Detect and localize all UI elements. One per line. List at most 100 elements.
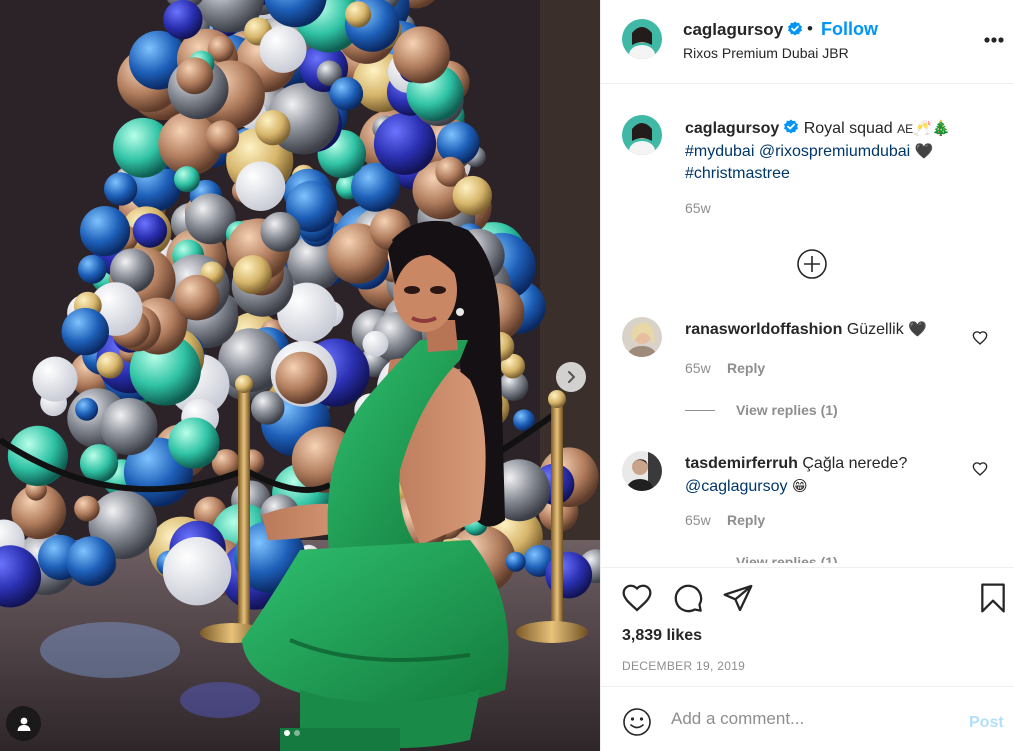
location-link[interactable]: Rixos Premium Dubai JBR	[683, 45, 849, 61]
caption-flag: AE	[897, 122, 914, 136]
carousel-indicator	[284, 730, 300, 736]
header-username[interactable]: caglagursoy	[683, 20, 803, 40]
ornament-ball	[66, 536, 116, 586]
ornament-ball	[174, 274, 220, 321]
ornament-ball	[79, 444, 119, 483]
ornament-ball	[392, 26, 450, 84]
caption-text: Royal squad	[803, 120, 893, 137]
reply-button[interactable]: Reply	[727, 360, 765, 376]
load-more-comments-icon[interactable]	[796, 248, 828, 280]
mention-link[interactable]: @rixospremiumdubai	[759, 143, 910, 160]
ornament-ball	[275, 351, 328, 404]
avatar-image	[622, 317, 662, 357]
ornament-ball	[74, 495, 100, 522]
comment-username[interactable]: ranasworldoffashion	[685, 321, 842, 338]
avatar[interactable]	[622, 19, 662, 59]
ornament-ball	[163, 0, 203, 40]
comment-like-heart-icon[interactable]	[972, 461, 988, 477]
comment-icon[interactable]	[672, 582, 704, 614]
caption-emojis: 🥂🎄	[913, 119, 951, 137]
ornament-ball	[80, 206, 131, 257]
avatar-image	[622, 451, 662, 491]
reply-button[interactable]: Reply	[727, 512, 765, 528]
comment-body: ranasworldoffashion Güzellik 🖤	[685, 320, 927, 339]
post-actions: 3,839 likes DECEMBER 19, 2019	[601, 567, 1014, 685]
comment-timestamp[interactable]: 65w	[685, 360, 711, 376]
user-tag-icon	[17, 717, 30, 731]
avatar-image	[622, 115, 662, 155]
comment-username[interactable]: tasdemirferruh	[685, 455, 798, 472]
post-photo[interactable]	[0, 0, 600, 751]
add-comment-bar: Post	[601, 686, 1014, 751]
comment-body: tasdemirferruh Çağla nerede? @caglagurso…	[685, 452, 955, 498]
post-comment-button[interactable]: Post	[969, 714, 1004, 732]
hashtag-link[interactable]: #christmastree	[685, 165, 790, 182]
comment-emoji: 🖤	[908, 320, 927, 338]
post-date[interactable]: DECEMBER 19, 2019	[622, 659, 745, 673]
ornament-ball	[174, 166, 200, 193]
header-username-text[interactable]: caglagursoy	[683, 20, 783, 39]
ornament-ball	[77, 254, 107, 284]
caption-timestamp[interactable]: 65w	[685, 200, 711, 216]
follow-button[interactable]: Follow	[821, 19, 878, 40]
comment-like-heart-icon[interactable]	[972, 330, 988, 346]
comment-emoji: 😁	[791, 477, 808, 495]
comment-text: Güzellik	[846, 321, 904, 338]
share-icon[interactable]	[722, 582, 754, 614]
likes-count[interactable]: 3,839 likes	[622, 627, 702, 645]
mention-link[interactable]: @caglagursoy	[685, 478, 788, 495]
ornament-ball	[233, 255, 272, 294]
ornament-ball	[329, 77, 364, 111]
ornament-ball	[362, 330, 389, 357]
heart-icon[interactable]	[621, 582, 653, 614]
post-header: caglagursoy • Follow Rixos Premium Dubai…	[601, 0, 1014, 84]
ornament-ball	[7, 425, 68, 486]
emoji-icon[interactable]	[622, 707, 652, 737]
ornament-ball	[205, 120, 240, 154]
ornament-ball	[104, 172, 138, 206]
post-side-panel: caglagursoy • Follow Rixos Premium Dubai…	[600, 0, 1014, 751]
verified-badge-icon	[788, 21, 803, 36]
ornament-ball	[75, 397, 99, 421]
comment-timestamp[interactable]: 65w	[685, 512, 711, 528]
ornament-ball	[168, 417, 220, 469]
comment-text: Çağla nerede?	[802, 455, 908, 472]
ornament-ball	[32, 356, 78, 402]
avatar-image	[622, 19, 662, 59]
next-photo-button[interactable]	[556, 362, 586, 392]
chevron-right-icon	[568, 371, 575, 383]
caption-avatar[interactable]	[622, 115, 662, 155]
view-replies-button[interactable]: View replies (1)	[736, 402, 838, 418]
bookmark-icon[interactable]	[977, 582, 1009, 614]
ornament-ball	[255, 110, 291, 146]
comment-input[interactable]	[671, 705, 951, 733]
more-options-icon[interactable]	[983, 36, 1005, 44]
header-separator: •	[807, 19, 813, 38]
hashtag-link[interactable]: #mydubai	[685, 143, 754, 160]
ornament-ball	[259, 25, 307, 73]
replies-divider	[685, 410, 715, 411]
ornament-ball	[61, 307, 109, 356]
post-caption: caglagursoy Royal squad AE🥂🎄 #mydubai @r…	[685, 117, 995, 185]
verified-badge-icon	[784, 119, 799, 134]
ornament-ball	[132, 213, 168, 248]
comments-section: caglagursoy Royal squad AE🥂🎄 #mydubai @r…	[601, 85, 1014, 563]
ornament-ball	[96, 351, 124, 379]
caption-heart-emoji: 🖤	[914, 142, 934, 160]
tagged-users-button[interactable]	[6, 706, 41, 741]
ornament-ball	[345, 1, 372, 28]
comment-avatar[interactable]	[622, 317, 662, 357]
caption-username[interactable]: caglagursoy	[685, 120, 779, 137]
carousel-dot-active	[284, 730, 290, 736]
ornament-ball	[162, 537, 232, 606]
ornament-ball	[235, 161, 286, 211]
ornament-ball	[505, 551, 526, 572]
ornament-ball	[452, 175, 492, 216]
view-replies-button-partial[interactable]: View replies (1)	[736, 554, 838, 563]
ornament-ball	[260, 211, 301, 252]
ornament-ball	[436, 121, 480, 165]
carousel-dot	[294, 730, 300, 736]
comment-avatar[interactable]	[622, 451, 662, 491]
photo-scene	[0, 0, 600, 751]
ornament-ball	[176, 57, 214, 95]
